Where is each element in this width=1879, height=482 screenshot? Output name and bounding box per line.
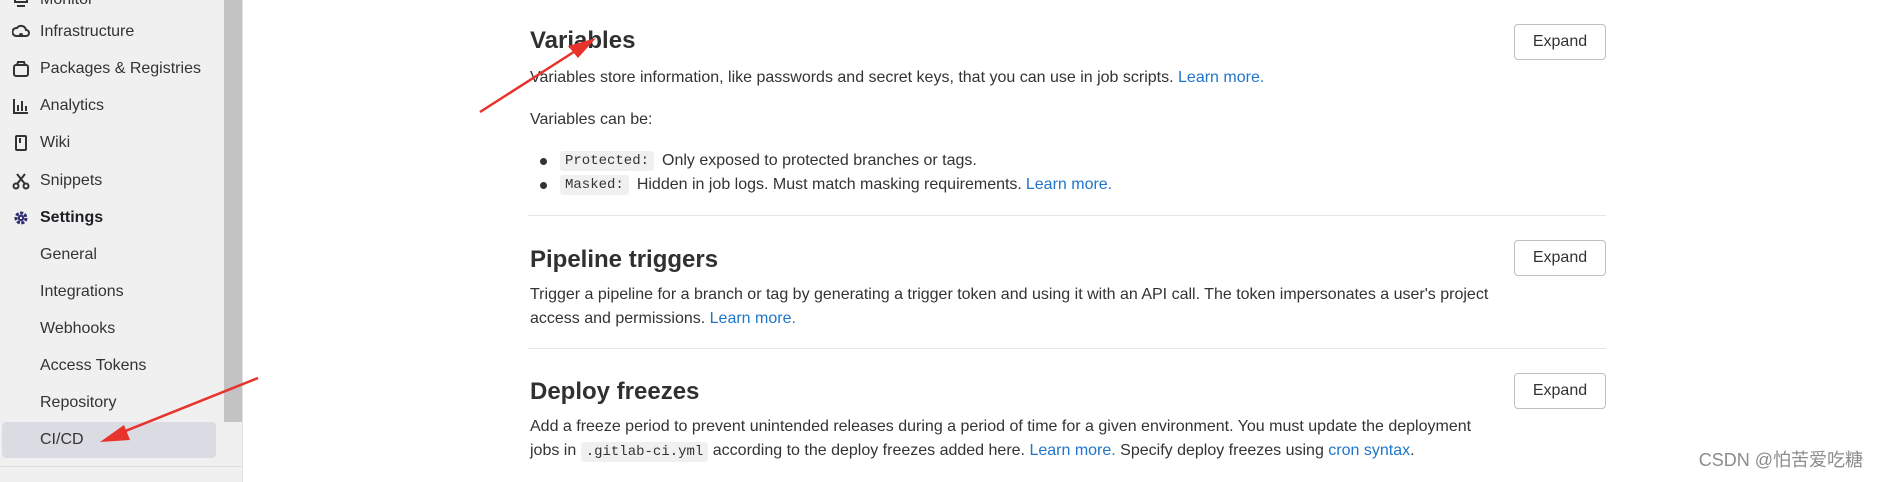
variables-can-be: Variables can be: — [530, 111, 653, 128]
sidebar-item-label: Infrastructure — [40, 23, 135, 40]
gitlab-ci-code: .gitlab-ci.yml — [580, 442, 709, 462]
deploy-freezes-desc-pre: jobs in — [530, 442, 577, 459]
deploy-freezes-learn-more-link[interactable]: Learn more. — [1029, 442, 1115, 459]
variables-description: Variables store information, like passwo… — [530, 66, 1264, 90]
sidebar-item-monitor[interactable]: Monitor — [12, 0, 93, 14]
cloud-gear-icon — [11, 23, 30, 41]
sidebar-subitem-label: General — [40, 246, 97, 263]
package-icon — [12, 60, 30, 78]
sidebar-item-label: Analytics — [40, 97, 105, 114]
sidebar-item-packages[interactable]: Packages & Registries — [12, 55, 201, 83]
pipeline-triggers-desc-line2: access and permissions. Learn more. — [530, 307, 1590, 331]
deploy-freezes-expand-button[interactable]: Expand — [1514, 373, 1606, 409]
sidebar-subitem-integrations[interactable]: Integrations — [40, 278, 124, 306]
sidebar-subitem-label: Access Tokens — [40, 357, 147, 374]
masked-code: Masked: — [560, 175, 629, 195]
watermark: CSDN @怕苦爱吃糖 — [1698, 450, 1863, 470]
protected-text: Only exposed to protected branches or ta… — [662, 152, 977, 169]
book-icon — [12, 134, 30, 152]
bullet-dot — [540, 182, 547, 189]
monitor-icon — [12, 0, 30, 9]
sidebar-subitem-label: CI/CD — [40, 431, 84, 448]
sidebar-subitem-repository[interactable]: Repository — [40, 389, 116, 417]
sidebar: Monitor Infrastructure Packages & Regist… — [0, 0, 243, 482]
sidebar-subitem-access-tokens[interactable]: Access Tokens — [40, 352, 146, 380]
sidebar-scrollbar[interactable] — [224, 0, 242, 422]
protected-code: Protected: — [560, 151, 655, 171]
variables-learn-more-link[interactable]: Learn more. — [1178, 69, 1264, 86]
deploy-freezes-desc-line2: jobs in .gitlab-ci.yml according to the … — [530, 439, 1590, 464]
variables-bullet-protected: Protected: Only exposed to protected bra… — [540, 150, 977, 172]
sidebar-item-label: Packages & Registries — [40, 60, 201, 77]
sidebar-subitem-general[interactable]: General — [40, 241, 97, 269]
pipeline-triggers-desc-line1: Trigger a pipeline for a branch or tag b… — [530, 286, 1489, 303]
section-divider — [528, 215, 1606, 216]
bullet-dot — [540, 158, 547, 165]
pipeline-triggers-section: Pipeline triggers Expand Trigger a pipel… — [530, 240, 1606, 330]
sidebar-divider — [0, 466, 242, 467]
pipeline-triggers-learn-more-link[interactable]: Learn more. — [710, 310, 796, 327]
deploy-freezes-desc-post: Specify deploy freezes using — [1120, 442, 1324, 459]
sidebar-subitem-cicd[interactable]: CI/CD — [2, 422, 216, 458]
sidebar-item-wiki[interactable]: Wiki — [12, 129, 70, 157]
sidebar-item-infrastructure[interactable]: Infrastructure — [11, 18, 135, 46]
masked-text: Hidden in job logs. Must match masking r… — [636, 176, 1022, 193]
variables-desc-text: Variables store information, like passwo… — [530, 69, 1174, 86]
sidebar-subitem-webhooks[interactable]: Webhooks — [40, 315, 115, 343]
sidebar-item-label: Settings — [40, 209, 104, 226]
sidebar-item-label: Snippets — [40, 172, 103, 189]
variables-bullet-masked: Masked: Hidden in job logs. Must match m… — [540, 174, 1112, 196]
sidebar-item-snippets[interactable]: Snippets — [12, 167, 102, 195]
sidebar-item-analytics[interactable]: Analytics — [12, 92, 104, 120]
deploy-freezes-description: Add a freeze period to prevent unintende… — [530, 415, 1590, 464]
pipeline-triggers-desc-text: access and permissions. — [530, 310, 706, 327]
pipeline-triggers-description: Trigger a pipeline for a branch or tag b… — [530, 283, 1590, 331]
pipeline-triggers-title: Pipeline triggers — [530, 246, 719, 273]
deploy-freezes-desc-mid: according to the deploy freezes added he… — [712, 442, 1025, 459]
deploy-freezes-title: Deploy freezes — [530, 378, 700, 405]
sidebar-subitem-label: Webhooks — [40, 320, 116, 337]
section-divider — [528, 348, 1606, 349]
deploy-freezes-section: Deploy freezes Expand Add a freeze perio… — [530, 373, 1606, 473]
masked-learn-more-link[interactable]: Learn more. — [1026, 176, 1112, 194]
sidebar-subitem-label: Repository — [40, 394, 117, 411]
variables-title: Variables — [530, 27, 636, 54]
pipeline-triggers-expand-button[interactable]: Expand — [1514, 240, 1606, 276]
scissors-icon — [12, 172, 30, 190]
sidebar-item-label: Monitor — [40, 0, 93, 9]
sidebar-subitem-label: Integrations — [40, 283, 124, 300]
sidebar-item-label: Wiki — [40, 134, 71, 151]
sidebar-item-settings[interactable]: Settings — [12, 204, 103, 232]
cron-syntax-link[interactable]: cron syntax — [1328, 442, 1410, 459]
deploy-freezes-desc-line1: Add a freeze period to prevent unintende… — [530, 418, 1472, 435]
variables-expand-button[interactable]: Expand — [1514, 24, 1606, 60]
deploy-freezes-period: . — [1410, 442, 1415, 459]
chart-icon — [12, 97, 30, 115]
gear-icon — [12, 209, 30, 227]
